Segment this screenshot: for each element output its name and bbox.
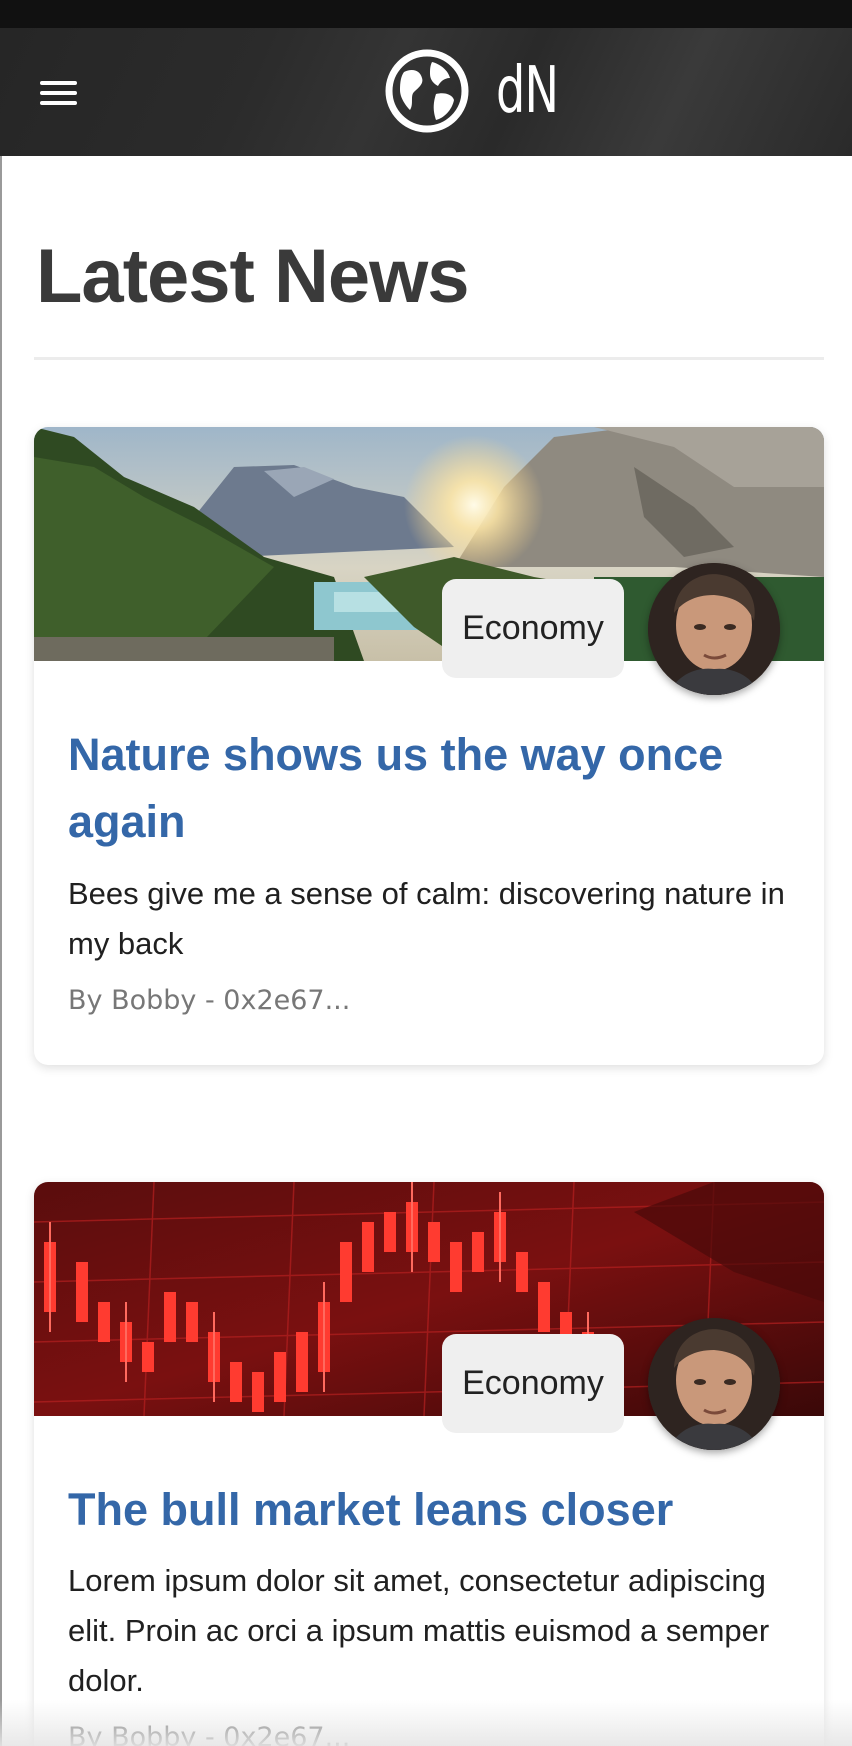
article-summary: Lorem ipsum dolor sit amet, consectetur … xyxy=(68,1563,770,1698)
author-avatar[interactable] xyxy=(648,563,780,695)
site-logo[interactable]: dN xyxy=(384,48,583,134)
category-badge[interactable]: Economy xyxy=(442,579,624,678)
article-title-link[interactable]: The bull market leans closer xyxy=(68,1476,798,1543)
page-title: Latest News xyxy=(36,234,469,319)
article-byline: By Bobby - 0x2e67... xyxy=(68,985,351,1016)
top-app-bar: dN xyxy=(0,28,852,156)
logo-text: dN xyxy=(496,54,559,128)
article-byline: By Bobby - 0x2e67... xyxy=(68,1722,351,1746)
author-avatar[interactable] xyxy=(648,1318,780,1450)
globe-icon xyxy=(385,49,469,133)
article-card[interactable]: Economy Nature shows us the way once aga… xyxy=(34,427,824,1065)
hamburger-menu-icon[interactable] xyxy=(34,74,86,114)
article-summary: Bees give me a sense of calm: discoverin… xyxy=(68,876,785,961)
title-divider xyxy=(34,357,824,360)
left-edge-line xyxy=(0,156,2,1746)
article-card[interactable]: Economy The bull market leans closer Lor… xyxy=(34,1182,824,1746)
article-title-link[interactable]: Nature shows us the way once again xyxy=(68,721,798,855)
status-bar xyxy=(0,0,852,28)
category-badge[interactable]: Economy xyxy=(442,1334,624,1433)
